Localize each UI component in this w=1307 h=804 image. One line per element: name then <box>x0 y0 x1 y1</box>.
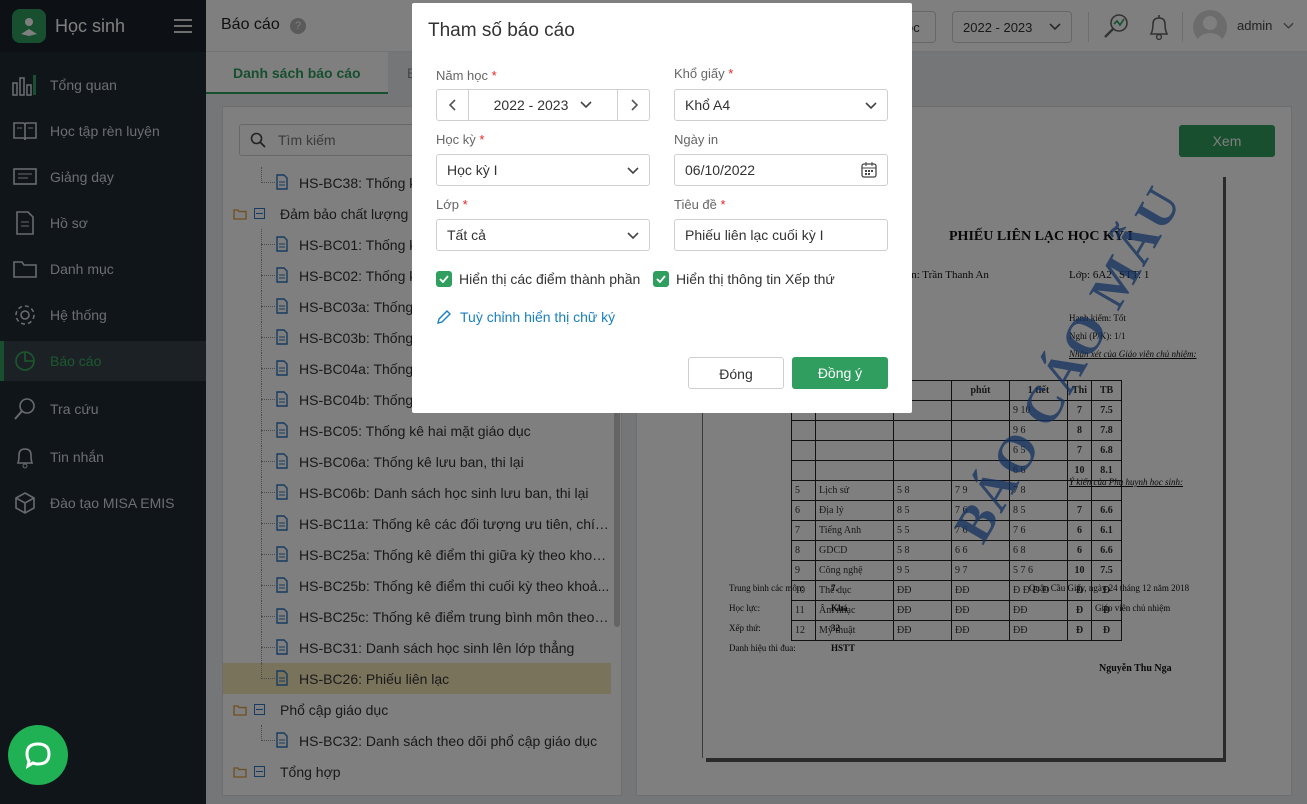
agree-button[interactable]: Đồng ý <box>792 357 888 389</box>
paper-size-select[interactable]: Khổ A4 <box>674 89 888 121</box>
pencil-icon <box>437 310 451 324</box>
chevron-down-icon <box>627 232 639 240</box>
heading-value: Phiếu liên lạc cuối kỳ I <box>685 227 824 243</box>
calendar-icon[interactable] <box>861 162 877 178</box>
chat-bubble-icon <box>25 742 51 770</box>
class-value: Tất cả <box>447 227 486 243</box>
heading-label: Tiêu đề * <box>674 197 726 212</box>
required-mark: * <box>720 197 726 212</box>
heading-input[interactable]: Phiếu liên lạc cuối kỳ I <box>674 219 888 251</box>
year-stepper[interactable]: 2022 - 2023 <box>436 89 650 121</box>
report-params-dialog: Tham số báo cáo Năm học * 2022 - 2023 Kh… <box>412 3 912 413</box>
paper-label: Khổ giấy * <box>674 66 733 81</box>
required-mark: * <box>491 68 497 83</box>
next-year-button[interactable] <box>617 90 649 120</box>
prev-year-button[interactable] <box>437 90 469 120</box>
class-select[interactable]: Tất cả <box>436 219 650 251</box>
print-date-input[interactable]: 06/10/2022 <box>674 154 888 186</box>
close-button[interactable]: Đóng <box>688 357 784 389</box>
term-value: Học kỳ I <box>447 162 498 178</box>
term-select[interactable]: Học kỳ I <box>436 154 650 186</box>
term-label-text: Học kỳ <box>436 132 476 147</box>
paper-size-value: Khổ A4 <box>685 97 731 113</box>
show-rank-checkbox[interactable]: Hiển thị thông tin Xếp thứ <box>653 271 835 287</box>
year-select[interactable]: 2022 - 2023 <box>469 97 617 113</box>
class-label-text: Lớp <box>436 197 459 212</box>
required-mark: * <box>479 132 485 147</box>
chevron-down-icon <box>865 102 877 110</box>
heading-label-text: Tiêu đề <box>674 197 717 212</box>
chevron-down-icon <box>627 167 639 175</box>
app-root: Học sinh Tổng quan Học tập rèn luyện Giả… <box>0 0 1307 804</box>
year-label-text: Năm học <box>436 68 489 83</box>
show-components-label: Hiển thị các điểm thành phần <box>459 271 641 287</box>
customize-signature-label: Tuỳ chỉnh hiển thị chữ ký <box>460 309 616 325</box>
show-rank-label: Hiển thị thông tin Xếp thứ <box>676 271 835 287</box>
show-components-checkbox[interactable]: Hiển thị các điểm thành phần <box>436 271 640 287</box>
print-date-label: Ngày in <box>674 132 719 147</box>
print-date-value: 06/10/2022 <box>685 162 756 178</box>
chevron-down-icon <box>580 101 592 109</box>
year-value: 2022 - 2023 <box>493 97 569 113</box>
chevron-left-icon <box>448 99 456 111</box>
class-label: Lớp * <box>436 197 468 212</box>
chevron-right-icon <box>630 99 638 111</box>
checkmark-icon <box>436 271 452 287</box>
year-label: Năm học * <box>436 68 497 83</box>
required-mark: * <box>728 66 734 81</box>
dialog-title: Tham số báo cáo <box>428 20 575 41</box>
term-label: Học kỳ * <box>436 132 484 147</box>
customize-signature-link[interactable]: Tuỳ chỉnh hiển thị chữ ký <box>436 309 615 325</box>
required-mark: * <box>462 197 468 212</box>
checkmark-icon <box>653 271 669 287</box>
paper-label-text: Khổ giấy <box>674 66 725 81</box>
chat-button[interactable] <box>8 725 68 785</box>
